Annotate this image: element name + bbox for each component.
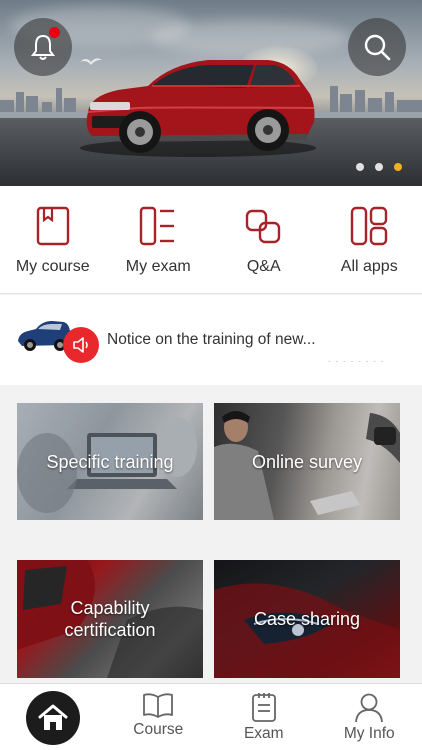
feature-tiles: Specific training Online survey Capabili… bbox=[0, 385, 422, 683]
tab-label: My Info bbox=[343, 725, 395, 742]
tile-specific-training[interactable]: Specific training bbox=[17, 403, 203, 520]
tab-my-info[interactable]: My Info bbox=[317, 684, 422, 750]
book-icon bbox=[36, 206, 69, 246]
tile-capability-certification[interactable]: Capability certification bbox=[17, 560, 203, 678]
exam-list-icon bbox=[140, 206, 175, 246]
search-button[interactable] bbox=[348, 18, 406, 76]
speaker-icon bbox=[73, 337, 88, 353]
quick-entry-qa[interactable]: Q&A bbox=[211, 186, 317, 293]
tab-label: Course bbox=[133, 721, 184, 738]
carousel-indicator bbox=[356, 163, 402, 171]
tile-label: Case sharing bbox=[253, 609, 361, 629]
quick-entry-label: My course bbox=[15, 258, 90, 275]
tab-home[interactable] bbox=[0, 684, 106, 750]
clipboard-icon bbox=[251, 693, 276, 722]
home-icon bbox=[38, 704, 68, 730]
qa-squares-icon bbox=[245, 209, 280, 244]
bottom-tab-bar: Course Exam My Info bbox=[0, 683, 422, 750]
quick-entry-all-apps[interactable]: All apps bbox=[317, 186, 422, 293]
tab-exam[interactable]: Exam bbox=[211, 684, 317, 750]
search-icon bbox=[364, 34, 391, 61]
notice-bar[interactable]: Notice on the training of new... - - - -… bbox=[0, 295, 422, 385]
quick-entry-label: Q&A bbox=[246, 258, 281, 275]
home-active-badge bbox=[25, 691, 80, 745]
tab-course[interactable]: Course bbox=[106, 684, 212, 750]
user-icon bbox=[355, 693, 384, 723]
speaker-badge bbox=[63, 327, 99, 363]
tab-label: Exam bbox=[243, 725, 284, 742]
notification-badge bbox=[49, 27, 60, 38]
carousel-dot[interactable] bbox=[356, 163, 364, 171]
quick-entry-my-exam[interactable]: My exam bbox=[106, 186, 212, 293]
notice-text[interactable]: Notice on the training of new... bbox=[107, 331, 316, 349]
quick-entry-my-course[interactable]: My course bbox=[0, 186, 106, 293]
open-book-icon bbox=[143, 693, 174, 718]
app-screen: My course My exam Q&A All apps Notice on… bbox=[0, 0, 422, 750]
notification-button[interactable] bbox=[14, 18, 72, 76]
tile-label: Capability certification bbox=[64, 598, 156, 640]
red-suv-image bbox=[80, 60, 316, 157]
carousel-dot[interactable] bbox=[375, 163, 383, 171]
tile-label: Specific training bbox=[46, 451, 174, 472]
grid-apps-icon bbox=[351, 206, 388, 246]
quick-entry-label: All apps bbox=[340, 258, 398, 275]
notice-date: - - - - - - - - bbox=[328, 356, 385, 366]
tile-online-survey[interactable]: Online survey bbox=[214, 403, 400, 520]
quick-entry-bar: My course My exam Q&A All apps bbox=[0, 186, 422, 294]
carousel-dot-active[interactable] bbox=[394, 163, 402, 171]
tile-case-sharing[interactable]: Case sharing bbox=[214, 560, 400, 678]
quick-entry-label: My exam bbox=[125, 258, 191, 275]
tile-label: Online survey bbox=[251, 451, 363, 472]
banner-carousel[interactable] bbox=[0, 0, 422, 186]
